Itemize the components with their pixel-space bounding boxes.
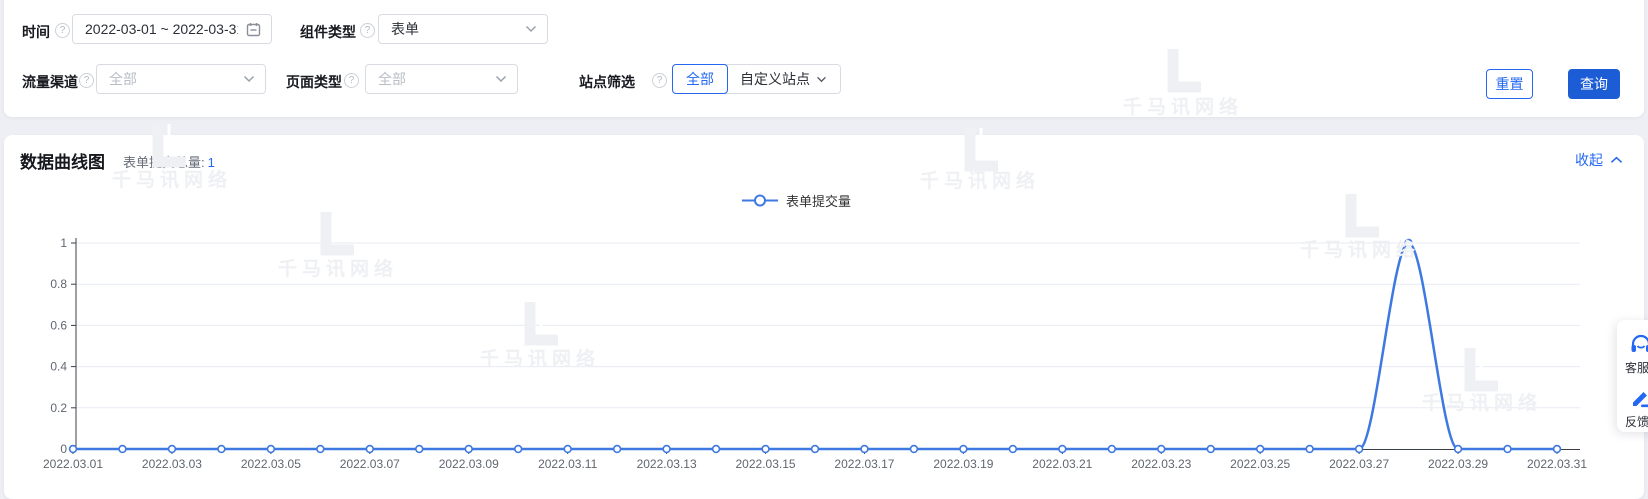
- traffic-channel-value: 全部: [109, 71, 137, 87]
- date-range-input[interactable]: 2022-03-01 ~ 2022-03-31: [72, 14, 272, 44]
- site-filter-label: 站点筛选: [579, 74, 635, 90]
- svg-text:2022.03.15: 2022.03.15: [736, 457, 796, 471]
- svg-text:2022.03.11: 2022.03.11: [538, 457, 597, 471]
- reset-button[interactable]: 重置: [1486, 69, 1533, 99]
- time-filter-label: 时间: [22, 24, 50, 40]
- legend-label: 表单提交量: [786, 194, 852, 209]
- svg-text:2022.03.21: 2022.03.21: [1032, 457, 1092, 471]
- filter-bar: 时间 ? 2022-03-01 ~ 2022-03-31 组件类型 ? 表单 流…: [4, 0, 1644, 117]
- query-button[interactable]: 查询: [1568, 69, 1620, 99]
- site-filter-help-icon[interactable]: ?: [652, 73, 667, 88]
- pencil-icon: [1629, 386, 1648, 410]
- legend-item-form-submissions[interactable]: 表单提交量: [742, 191, 851, 210]
- svg-text:2022.03.07: 2022.03.07: [340, 457, 400, 471]
- svg-text:0.6: 0.6: [50, 318, 67, 332]
- panel-title: 数据曲线图: [20, 153, 105, 172]
- page-type-value: 全部: [378, 71, 406, 87]
- component-type-select[interactable]: 表单: [378, 14, 548, 44]
- svg-text:2022.03.31: 2022.03.31: [1527, 457, 1587, 471]
- time-help-icon[interactable]: ?: [55, 23, 70, 38]
- svg-text:0.4: 0.4: [50, 360, 67, 374]
- page-type-help-icon[interactable]: ?: [344, 73, 359, 88]
- collapse-label: 收起: [1575, 152, 1603, 168]
- date-range-value: 2022-03-01 ~ 2022-03-31: [85, 21, 238, 37]
- summary-value: 1: [207, 155, 215, 170]
- collapse-toggle[interactable]: 收起: [1575, 150, 1623, 170]
- line-chart-plot-area[interactable]: 0 0.2 0.4 0.6 0.8 1 2022.03.01 2022.03.03 2022.0…: [4, 223, 1644, 493]
- legend-line-marker-icon: [742, 194, 778, 207]
- svg-text:0.8: 0.8: [50, 277, 67, 291]
- feedback-label: 反馈: [1625, 415, 1648, 429]
- chevron-down-icon: [525, 25, 537, 33]
- floating-side-widget: 客服 反馈: [1617, 320, 1648, 432]
- svg-text:2022.03.09: 2022.03.09: [439, 457, 499, 471]
- component-type-value: 表单: [391, 21, 419, 37]
- headset-icon: [1629, 332, 1648, 356]
- site-filter-all-button[interactable]: 全部: [672, 64, 728, 94]
- svg-text:2022.03.27: 2022.03.27: [1329, 457, 1389, 471]
- traffic-channel-label: 流量渠道: [22, 74, 78, 90]
- customer-service-button[interactable]: 客服: [1625, 332, 1648, 376]
- page-type-select[interactable]: 全部: [365, 64, 518, 94]
- svg-text:2022.03.25: 2022.03.25: [1230, 457, 1290, 471]
- svg-text:0.2: 0.2: [50, 401, 67, 415]
- svg-text:2022.03.05: 2022.03.05: [241, 457, 301, 471]
- chevron-down-icon: [243, 75, 255, 83]
- site-filter-custom-button[interactable]: 自定义站点: [727, 65, 840, 93]
- summary-label: 表单提交总量:: [123, 155, 205, 170]
- calendar-icon: [246, 22, 261, 36]
- traffic-channel-select[interactable]: 全部: [96, 64, 266, 94]
- page-type-label: 页面类型: [286, 74, 342, 90]
- chevron-down-icon: [817, 76, 826, 82]
- svg-text:1: 1: [60, 236, 67, 250]
- svg-text:2022.03.03: 2022.03.03: [142, 457, 202, 471]
- svg-text:2022.03.23: 2022.03.23: [1131, 457, 1191, 471]
- component-type-help-icon[interactable]: ?: [360, 23, 375, 38]
- customer-service-label: 客服: [1625, 361, 1648, 375]
- svg-text:2022.03.13: 2022.03.13: [637, 457, 697, 471]
- svg-text:2022.03.17: 2022.03.17: [834, 457, 894, 471]
- svg-text:0: 0: [60, 442, 67, 456]
- site-filter-custom-label: 自定义站点: [740, 71, 810, 87]
- svg-text:2022.03.01: 2022.03.01: [43, 457, 103, 471]
- component-type-label: 组件类型: [300, 24, 356, 40]
- form-submission-total: 表单提交总量: 1: [123, 152, 215, 171]
- chevron-up-icon: [1610, 156, 1623, 163]
- chevron-down-icon: [495, 75, 507, 83]
- feedback-button[interactable]: 反馈: [1625, 386, 1648, 430]
- line-chart-svg: 0 0.2 0.4 0.6 0.8 1 2022.03.01 2022.03.03 2022.0…: [43, 236, 1587, 471]
- traffic-channel-help-icon[interactable]: ?: [79, 73, 94, 88]
- site-filter-group: 全部 自定义站点: [672, 64, 841, 94]
- svg-text:2022.03.29: 2022.03.29: [1428, 457, 1488, 471]
- svg-text:2022.03.19: 2022.03.19: [933, 457, 993, 471]
- chart-panel: 数据曲线图 表单提交总量: 1 收起 表单提交量 0 0.2 0.4 0.6 0.8 1 20…: [4, 135, 1644, 499]
